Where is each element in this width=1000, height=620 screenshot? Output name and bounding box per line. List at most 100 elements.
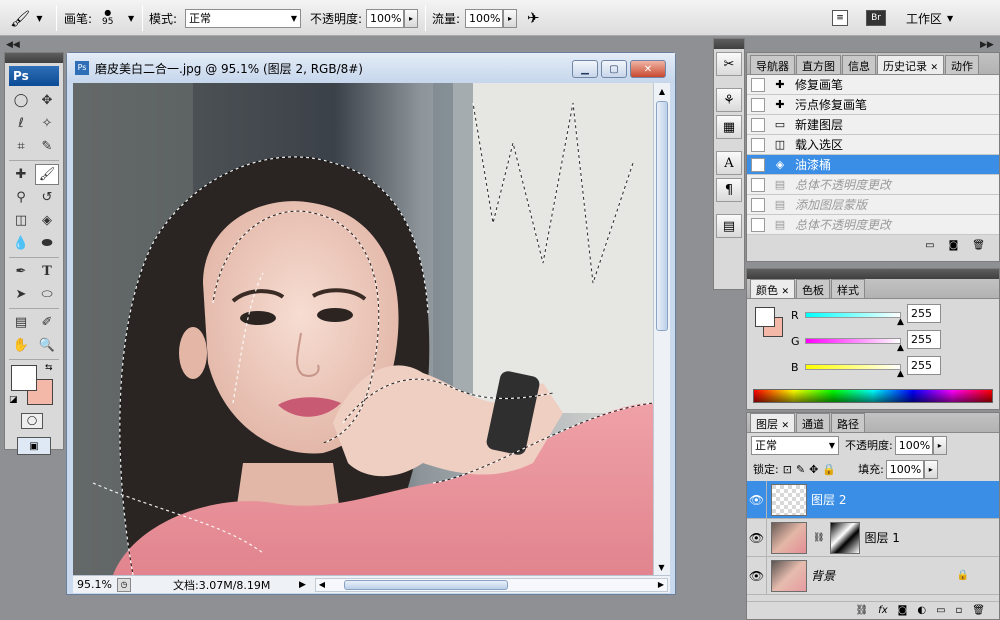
hand-tool-icon[interactable]: ✋: [9, 335, 33, 356]
swap-colors-icon[interactable]: ⇆: [45, 363, 53, 373]
tab-actions[interactable]: 动作: [945, 55, 980, 74]
foreground-color-swatch[interactable]: [11, 365, 37, 391]
history-source-checkbox[interactable]: [751, 77, 765, 92]
lock-position-icon[interactable]: ✥: [809, 463, 818, 476]
airbrush-icon[interactable]: ✈: [527, 0, 540, 36]
vertical-scroll-thumb[interactable]: [656, 101, 668, 331]
scroll-up-icon[interactable]: ▲: [654, 83, 670, 99]
marquee-tool-icon[interactable]: ◯: [9, 90, 33, 111]
b-slider[interactable]: [805, 364, 901, 370]
fill-slider-button[interactable]: ▸: [923, 459, 938, 479]
default-colors-icon[interactable]: ◪: [9, 395, 18, 405]
history-source-checkbox[interactable]: [751, 197, 765, 212]
history-item[interactable]: ▤ 总体不透明度更改: [747, 175, 999, 195]
link-layers-icon[interactable]: ⛓: [855, 605, 868, 616]
image-canvas[interactable]: [73, 83, 653, 575]
minimize-button[interactable]: ▁: [572, 60, 598, 78]
close-tab-icon[interactable]: ✕: [782, 421, 790, 431]
history-item[interactable]: ◫ 载入选区: [747, 135, 999, 155]
shape-tool-icon[interactable]: ⬭: [35, 284, 59, 305]
healing-brush-tool-icon[interactable]: ✚: [9, 164, 33, 185]
tools-panel-header[interactable]: [5, 53, 63, 63]
brush-tool-preset-picker[interactable]: 🖌 ▼: [10, 0, 42, 36]
g-slider-handle-icon[interactable]: ▲: [897, 343, 904, 353]
fill-input[interactable]: 100%: [885, 459, 924, 479]
blend-mode-select[interactable]: 正常 ▼: [751, 435, 839, 455]
new-group-icon[interactable]: ▭: [936, 605, 945, 616]
brush-size-picker[interactable]: ● 95: [102, 0, 113, 36]
eyedropper-tool-icon[interactable]: ✎: [35, 136, 59, 157]
quick-mask-button[interactable]: ◯: [21, 413, 43, 429]
visibility-eye-icon[interactable]: 👁: [747, 518, 767, 557]
history-brush-tool-icon[interactable]: ↺: [35, 187, 59, 208]
history-source-checkbox[interactable]: [751, 137, 765, 152]
zoom-level[interactable]: 95.1%: [73, 578, 117, 591]
tab-info[interactable]: 信息: [842, 55, 876, 74]
history-item[interactable]: ✚ 修复画笔: [747, 75, 999, 95]
history-source-checkbox[interactable]: [751, 117, 765, 132]
tab-channels[interactable]: 通道: [796, 413, 831, 432]
scroll-right-icon[interactable]: ▶: [655, 579, 667, 591]
brush-size-dropdown-arrow[interactable]: ▼: [128, 0, 134, 36]
opacity-slider-button[interactable]: ▸: [404, 8, 418, 28]
tab-swatches[interactable]: 色板: [796, 279, 831, 298]
delete-layer-icon[interactable]: 🗑: [972, 605, 985, 616]
history-source-checkbox[interactable]: [751, 217, 765, 232]
layer-opacity-input[interactable]: 100%: [894, 435, 933, 455]
r-slider[interactable]: [805, 312, 901, 318]
scroll-down-icon[interactable]: ▼: [654, 559, 669, 575]
history-item[interactable]: ✚ 污点修复画笔: [747, 95, 999, 115]
eyedropper-icon[interactable]: ✐: [35, 312, 59, 333]
clone-source-icon[interactable]: ▦: [716, 115, 742, 139]
clone-stamp-tool-icon[interactable]: ⚲: [9, 187, 33, 208]
new-layer-icon[interactable]: ▫: [956, 605, 963, 616]
flow-input[interactable]: 100%: [465, 8, 503, 28]
lock-image-icon[interactable]: ✎: [796, 463, 805, 476]
pen-tool-icon[interactable]: ✒: [9, 261, 33, 282]
zoom-tool-icon[interactable]: 🔍: [35, 335, 59, 356]
tab-color[interactable]: 颜色 ✕: [750, 279, 796, 298]
tab-histogram[interactable]: 直方图: [796, 55, 841, 74]
history-item[interactable]: ▤ 总体不透明度更改: [747, 215, 999, 235]
photoshop-logo[interactable]: Ps: [9, 66, 59, 86]
eraser-tool-icon[interactable]: ◫: [9, 210, 33, 231]
lock-transparent-icon[interactable]: ⊡: [783, 463, 792, 476]
new-snapshot-icon[interactable]: ◙: [949, 240, 959, 251]
tab-navigator[interactable]: 导航器: [750, 55, 795, 74]
history-source-checkbox[interactable]: [751, 97, 765, 112]
history-item[interactable]: ▤ 添加图层蒙版: [747, 195, 999, 215]
close-tab-icon[interactable]: ✕: [931, 63, 939, 73]
delete-state-icon[interactable]: 🗑: [972, 240, 985, 251]
g-input[interactable]: 255: [907, 330, 941, 349]
lasso-tool-icon[interactable]: ℓ: [9, 113, 33, 134]
close-tab-icon[interactable]: ✕: [782, 287, 790, 297]
toggle-palettes-button[interactable]: ≡: [832, 0, 848, 36]
path-selection-tool-icon[interactable]: ➤: [9, 284, 33, 305]
add-mask-icon[interactable]: ◙: [898, 605, 908, 616]
mode-select[interactable]: 正常 ▼: [185, 8, 301, 28]
crop-tool-icon[interactable]: ⌗: [9, 136, 33, 157]
color-panel-foreground-swatch[interactable]: [755, 307, 775, 327]
dodge-tool-icon[interactable]: ⬬: [35, 233, 59, 254]
flow-slider-button[interactable]: ▸: [503, 8, 517, 28]
bridge-button[interactable]: Br: [866, 0, 886, 36]
adjustment-layer-icon[interactable]: ◐: [917, 605, 926, 616]
paint-bucket-tool-icon[interactable]: ◈: [35, 210, 59, 231]
notes-tool-icon[interactable]: ▤: [9, 312, 33, 333]
brush-tool-icon[interactable]: 🖌: [35, 164, 59, 185]
magic-wand-tool-icon[interactable]: ✧: [35, 113, 59, 134]
b-slider-handle-icon[interactable]: ▲: [897, 369, 904, 379]
history-source-checkbox[interactable]: [751, 157, 765, 172]
horizontal-scrollbar[interactable]: ◀ ▶: [315, 577, 668, 592]
tab-paths[interactable]: 路径: [831, 413, 866, 432]
color-ramp[interactable]: [753, 389, 993, 403]
screen-mode-button[interactable]: ▣: [17, 437, 51, 455]
new-document-from-state-icon[interactable]: ▭: [925, 240, 934, 251]
status-menu-arrow-icon[interactable]: ▶: [299, 580, 309, 590]
tab-styles[interactable]: 样式: [831, 279, 866, 298]
expand-panels-icon[interactable]: ▶▶: [980, 40, 994, 50]
scroll-left-icon[interactable]: ◀: [316, 579, 328, 591]
history-item[interactable]: ▭ 新建图层: [747, 115, 999, 135]
visibility-eye-icon[interactable]: 👁: [747, 556, 767, 595]
g-slider[interactable]: [805, 338, 901, 344]
